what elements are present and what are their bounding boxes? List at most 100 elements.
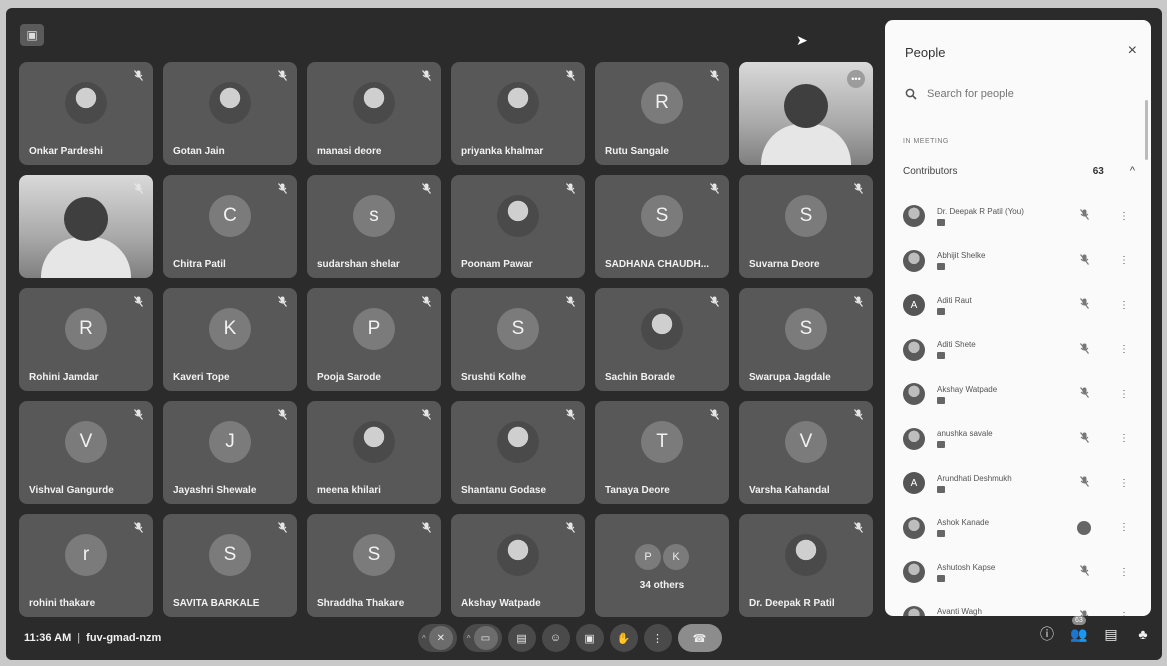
mouse-cursor-icon: ➤ — [796, 32, 808, 48]
participant-tile[interactable]: V Vishval Gangurde — [19, 401, 153, 504]
participant-tile[interactable]: Sachin Borade — [595, 288, 729, 391]
search-icon — [905, 88, 917, 100]
participant-tile[interactable]: r rohini thakare — [19, 514, 153, 617]
emoji-button[interactable]: ☺ — [541, 624, 570, 652]
more-vert-icon[interactable]: ⋮ — [1119, 478, 1129, 489]
mic-off-icon — [854, 183, 863, 197]
person-row[interactable]: Avanti Wagh ⋮ — [903, 595, 1135, 616]
person-row[interactable]: Akshay Watpade ⋮ — [903, 372, 1135, 417]
mic-off-icon — [566, 296, 575, 310]
search-input[interactable] — [927, 88, 1127, 100]
mic-off-icon[interactable] — [1080, 253, 1089, 268]
people-search[interactable] — [905, 88, 1127, 100]
participant-tile[interactable]: priyanka khalmar — [451, 62, 585, 165]
more-vert-icon[interactable]: ⋮ — [1119, 300, 1129, 311]
leave-call-button[interactable]: ☎ — [677, 624, 722, 652]
caret-up-icon[interactable]: ^ — [467, 634, 471, 643]
participant-tile[interactable]: manasi deore — [307, 62, 441, 165]
mic-off-icon — [710, 409, 719, 423]
participant-tile[interactable]: meena khilari — [307, 401, 441, 504]
participant-tile[interactable]: Poonam Pawar — [451, 175, 585, 278]
contributors-header[interactable]: Contributors 63 ^ — [903, 162, 1135, 180]
close-icon[interactable]: × — [1128, 42, 1137, 60]
person-row[interactable]: A Arundhati Deshmukh ⋮ — [903, 461, 1135, 506]
mic-off-icon[interactable] — [1080, 431, 1089, 446]
participant-tile[interactable] — [19, 175, 153, 278]
present-button[interactable]: ▣ — [575, 624, 604, 652]
person-row[interactable]: Abhijit Shelke ⋮ — [903, 239, 1135, 284]
person-name: Aditi Raut — [937, 295, 972, 305]
more-vert-icon[interactable]: ⋮ — [1119, 344, 1129, 355]
participant-tile[interactable]: Dr. Deepak R Patil — [739, 514, 873, 617]
raise-hand-button[interactable]: ✋ — [609, 624, 638, 652]
more-vert-icon[interactable]: ⋮ — [1119, 211, 1129, 222]
chevron-up-icon[interactable]: ^ — [1130, 165, 1135, 177]
participant-tile[interactable]: C Chitra Patil — [163, 175, 297, 278]
participant-tile[interactable]: S Suvarna Deore — [739, 175, 873, 278]
participant-tile[interactable]: s sudarshan shelar — [307, 175, 441, 278]
participant-tile[interactable]: P Pooja Sarode — [307, 288, 441, 391]
participant-tile[interactable]: Akshay Watpade — [451, 514, 585, 617]
avatar: S — [209, 534, 251, 577]
person-row[interactable]: Dr. Deepak R Patil (You) ⋮ — [903, 194, 1135, 239]
more-vert-icon[interactable]: ⋮ — [1119, 567, 1129, 578]
mic-off-icon[interactable] — [1080, 565, 1089, 579]
camera-control[interactable]: ^ ▭ — [462, 624, 502, 652]
person-row[interactable]: Ashutosh Kapse ⋮ — [903, 550, 1135, 595]
person-info: Dr. Deepak R Patil (You) — [937, 207, 1067, 226]
participant-name: sudarshan shelar — [317, 259, 400, 270]
mic-off-icon[interactable] — [1080, 476, 1089, 490]
person-row[interactable]: A Aditi Raut ⋮ — [903, 283, 1135, 328]
mic-control[interactable]: ^ ✕ — [418, 624, 457, 652]
layout-icon[interactable]: ▣ — [20, 24, 44, 46]
more-vert-icon[interactable]: ⋮ — [1119, 389, 1129, 400]
avatar — [209, 82, 251, 125]
mic-off-icon — [422, 70, 431, 84]
more-vert-icon[interactable]: ⋮ — [1119, 611, 1129, 616]
participant-tile[interactable]: ••• — [739, 62, 873, 165]
person-row[interactable]: Ashok Kanade ⋮ — [903, 506, 1135, 551]
participant-tile[interactable]: K Kaveri Tope — [163, 288, 297, 391]
mic-off-icon[interactable] — [1080, 342, 1089, 357]
people-icon[interactable]: 👥 63 — [1070, 615, 1088, 643]
person-info: Abhijit Shelke — [937, 251, 1067, 271]
participant-tile[interactable]: R Rohini Jamdar — [19, 288, 153, 391]
participant-tile[interactable]: S Srushti Kolhe — [451, 288, 585, 391]
panel-scrollbar[interactable] — [1145, 100, 1148, 160]
participant-tile[interactable]: R Rutu Sangale — [595, 62, 729, 165]
participant-tile[interactable]: P K 34 others — [595, 514, 729, 617]
info-icon[interactable]: ⓘ — [1038, 624, 1056, 644]
more-vert-icon[interactable]: ⋮ — [1119, 433, 1129, 444]
participant-tile[interactable]: T Tanaya Deore — [595, 401, 729, 504]
participant-tile[interactable]: Shantanu Godase — [451, 401, 585, 504]
mic-off-icon — [422, 183, 431, 197]
participant-tile[interactable]: S Swarupa Jagdale — [739, 288, 873, 391]
more-vert-icon[interactable]: ⋮ — [1119, 522, 1129, 533]
meeting-time: 11:36 AM — [24, 632, 72, 644]
activities-icon[interactable]: ♣ — [1134, 626, 1152, 642]
captions-button[interactable]: ▤ — [507, 624, 536, 652]
participant-tile[interactable]: J Jayashri Shewale — [163, 401, 297, 504]
mic-off-icon — [710, 70, 719, 84]
person-row[interactable]: Aditi Shete ⋮ — [903, 328, 1135, 373]
participant-tile[interactable]: V Varsha Kahandal — [739, 401, 873, 504]
person-row[interactable]: anushka savale ⋮ — [903, 417, 1135, 462]
mic-off-icon[interactable] — [1080, 298, 1089, 312]
camera-off-icon[interactable]: ▭ — [473, 626, 498, 650]
participant-tile[interactable]: S Shraddha Thakare — [307, 514, 441, 617]
caret-up-icon[interactable]: ^ — [422, 634, 426, 643]
person-name: Akshay Watpade — [937, 384, 998, 394]
call-controls: ^ ✕ ^ ▭ ▤ ☺ ▣ ✋ ⋮ ☎ — [418, 624, 722, 652]
participant-tile[interactable]: Gotan Jain — [163, 62, 297, 165]
more-options-button[interactable]: ⋮ — [643, 624, 672, 652]
participant-name: Akshay Watpade — [461, 598, 541, 609]
mic-off-icon[interactable]: ✕ — [428, 626, 453, 650]
participant-tile[interactable]: S SADHANA CHAUDH... — [595, 175, 729, 278]
participant-tile[interactable]: S SAVITA BARKALE — [163, 514, 297, 617]
mic-off-icon[interactable] — [1080, 387, 1089, 401]
speaking-icon[interactable] — [1077, 520, 1091, 535]
chat-icon[interactable]: ▤ — [1102, 626, 1120, 643]
participant-tile[interactable]: Onkar Pardeshi — [19, 62, 153, 165]
more-vert-icon[interactable]: ⋮ — [1119, 255, 1129, 266]
mic-off-icon[interactable] — [1080, 209, 1089, 223]
